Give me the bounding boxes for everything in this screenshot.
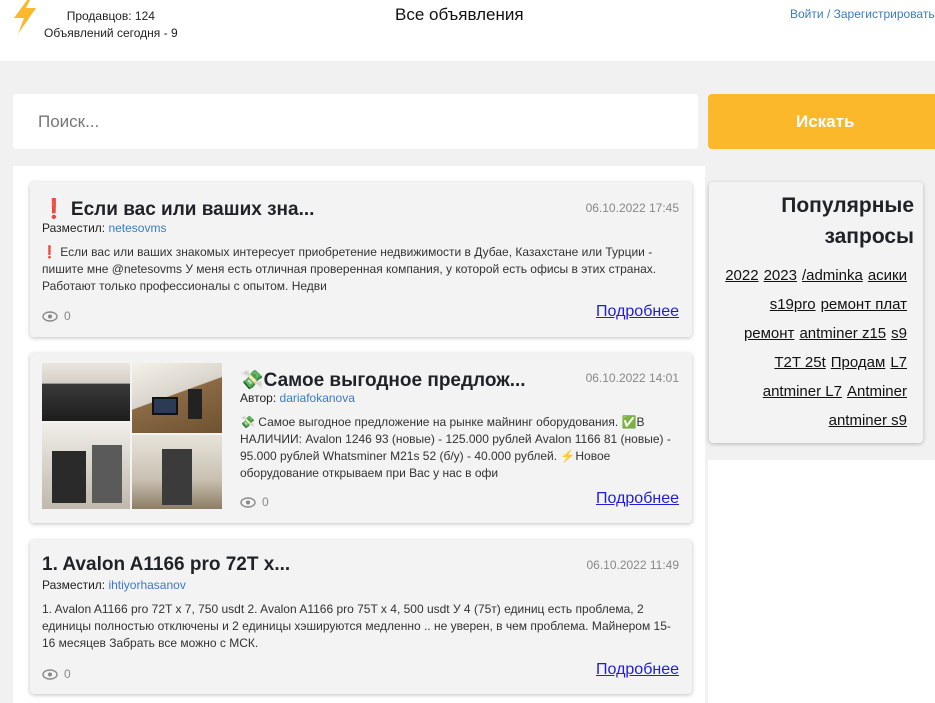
views-count: 0: [262, 495, 269, 509]
tag-link[interactable]: antminer s9: [829, 406, 907, 435]
listing-excerpt: 💸 Самое выгодное предложение на рынке ма…: [240, 415, 671, 480]
listing-date: 06.10.2022 17:45: [585, 201, 679, 215]
tag-link[interactable]: Antminer: [847, 377, 907, 406]
details-link[interactable]: Подробнее: [596, 661, 679, 679]
lightning-icon[interactable]: [10, 0, 40, 34]
author-link[interactable]: ihtiyorhasanov: [108, 578, 185, 592]
listing-title[interactable]: 1. Avalon A1166 pro 72T x...: [42, 554, 290, 576]
popular-searches: Популярные запросы 2022 2023/adminka асики…: [709, 182, 923, 443]
site-stats: Продавцов: 124 Объявлений сегодня - 9: [44, 8, 178, 42]
tag-link[interactable]: T2T 25t: [774, 348, 825, 377]
views-counter: 0: [42, 309, 71, 323]
search-input[interactable]: [13, 94, 698, 149]
login-link[interactable]: Войти: [790, 7, 824, 21]
tag-link[interactable]: s19pro: [770, 290, 816, 319]
auth-links: Войти / Зарегистрироваться: [790, 7, 935, 21]
sidebar-panel: [708, 460, 935, 703]
views-counter: 0: [240, 495, 269, 509]
views-counter: 0: [42, 667, 71, 681]
tag-link[interactable]: antminer L7: [763, 377, 842, 406]
listing-title[interactable]: ❗ Если вас или ваших зна...: [42, 197, 314, 221]
listing-card[interactable]: ❗ Если вас или ваших зна... 06.10.2022 1…: [30, 182, 692, 337]
listing-excerpt: 1. Avalon A1166 pro 72T x 7, 750 usdt 2.…: [42, 602, 671, 650]
listing-date: 06.10.2022 14:01: [585, 371, 679, 385]
page-title: Все объявления: [395, 5, 524, 24]
tag-link[interactable]: s9: [891, 319, 907, 348]
eye-icon: [42, 668, 58, 680]
tag-link[interactable]: ремонт плат: [821, 290, 907, 319]
details-link[interactable]: Подробнее: [596, 303, 679, 321]
tag-link[interactable]: 2022: [725, 261, 758, 290]
listing-date: 06.10.2022 11:49: [586, 558, 679, 572]
popular-title: Популярные запросы: [781, 194, 914, 248]
views-count: 0: [64, 667, 71, 681]
listing-author: Разместил: netesovms: [42, 221, 166, 235]
photo-miner-unit: [132, 435, 222, 509]
listing-card[interactable]: 1. Avalon A1166 pro 72T x... 06.10.2022 …: [30, 540, 692, 694]
auth-separator: /: [826, 7, 831, 21]
listing-card[interactable]: 💸Самое выгодное предлож... 06.10.2022 14…: [30, 353, 692, 523]
search-button[interactable]: Искать: [708, 94, 935, 149]
author-link[interactable]: dariafokanova: [280, 391, 355, 405]
tag-link[interactable]: ремонт: [744, 319, 795, 348]
photo-office-desk: [132, 363, 222, 433]
tag-link[interactable]: /adminka: [802, 261, 863, 290]
ads-today-count: Объявлений сегодня - 9: [44, 26, 178, 40]
listing-photo[interactable]: [42, 363, 222, 509]
details-link[interactable]: Подробнее: [596, 490, 679, 508]
author-label: Разместил:: [42, 578, 106, 592]
author-label: Разместил:: [42, 221, 106, 235]
listing-author: Разместил: ihtiyorhasanov: [42, 578, 186, 592]
register-link[interactable]: Зарегистрироваться: [834, 7, 935, 21]
author-link[interactable]: netesovms: [108, 221, 166, 235]
author-label: Автор:: [240, 391, 277, 405]
sellers-count: Продавцов: 124: [66, 9, 155, 23]
tag-link[interactable]: асики: [868, 261, 907, 290]
views-count: 0: [64, 309, 71, 323]
tag-link[interactable]: L7: [890, 348, 907, 377]
eye-icon: [42, 310, 58, 322]
tag-link[interactable]: antminer z15: [799, 319, 886, 348]
site-header: Продавцов: 124 Объявлений сегодня - 9 Вс…: [0, 0, 935, 61]
listing-author: Автор: dariafokanova: [240, 391, 355, 405]
tag-link[interactable]: Продам: [831, 348, 886, 377]
photo-miner-device: [42, 423, 130, 509]
tag-list: 2022 2023/adminka асики s19pro ремонт плат …: [707, 261, 907, 435]
tag-link[interactable]: 2023: [764, 261, 797, 290]
listing-excerpt: ❗ Если вас или ваших знакомых интересует…: [42, 245, 657, 293]
listing-title[interactable]: 💸Самое выгодное предлож...: [240, 368, 526, 392]
eye-icon: [240, 496, 256, 508]
photo-miners-room: [42, 363, 130, 421]
